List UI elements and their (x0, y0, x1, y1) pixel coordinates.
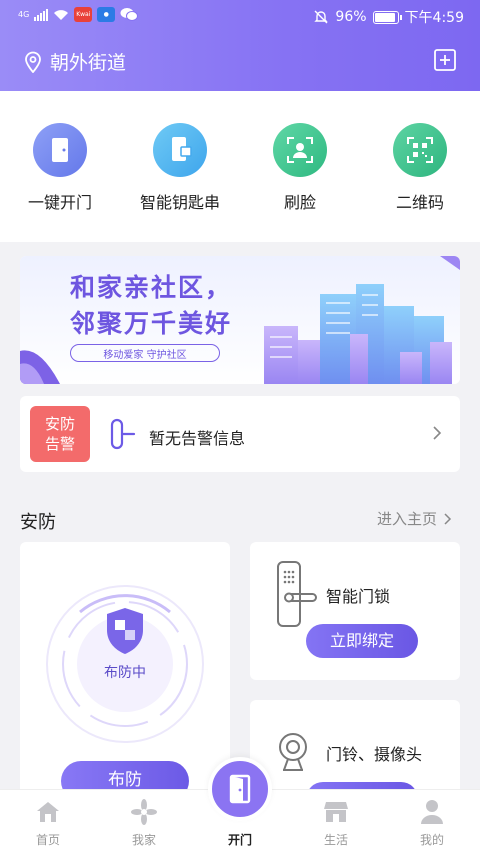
network-type: 4G (18, 9, 30, 19)
device-name: 门铃、摄像头 (326, 745, 423, 764)
door-icon (229, 774, 251, 804)
store-icon (324, 802, 348, 822)
door-lock-icon (110, 418, 136, 450)
tab-home[interactable]: 首页 (0, 790, 96, 848)
security-alert-row[interactable]: 安防 告警 暂无告警信息 (20, 396, 460, 472)
device-name: 智能门锁 (326, 587, 391, 606)
promo-banner[interactable]: 和家亲社区， 邻聚万千美好 移动爱家 守护社区 (20, 256, 460, 384)
arm-status: 布防中 (104, 665, 146, 681)
device-card-smart-lock: 智能门锁 立即绑定 (250, 542, 460, 680)
key-card-icon (153, 123, 207, 177)
open-door-fab[interactable] (208, 757, 272, 821)
quick-action-face-scan[interactable]: 刷脸 (245, 123, 355, 213)
face-scan-icon (273, 123, 327, 177)
shield-icon (107, 608, 143, 654)
tab-label: 我家 (131, 833, 156, 847)
quick-action-qr-code[interactable]: 二维码 (365, 123, 475, 213)
status-bar: 4G Kwai ● 96% 下午4:59 (0, 0, 480, 32)
tab-my-home[interactable]: 我家 (96, 790, 192, 848)
alert-message: 暂无告警信息 (149, 429, 246, 448)
banner-title-line2: 邻聚万千美好 (70, 309, 233, 338)
chevron-right-icon (433, 426, 442, 440)
quick-action-open-door[interactable]: 一键开门 (5, 123, 115, 213)
app-header: 4G Kwai ● 96% 下午4:59 朝外街道 (0, 0, 480, 91)
shield-app-icon: ● (97, 7, 116, 22)
battery-icon (372, 10, 402, 24)
clock: 下午4:59 (404, 10, 464, 26)
section-title: 安防 (20, 512, 56, 533)
wechat-icon (120, 8, 139, 21)
quick-action-label: 刷脸 (283, 193, 316, 212)
quick-action-label: 二维码 (395, 193, 444, 212)
banner-tagline: 移动爱家 守护社区 (70, 344, 220, 362)
qr-code-icon (393, 123, 447, 177)
camera-icon (279, 733, 307, 771)
location-pin-icon (25, 51, 41, 73)
tab-label: 我的 (419, 833, 444, 847)
tab-label: 生活 (323, 833, 348, 847)
location-selector[interactable]: 朝外街道 (24, 48, 126, 75)
add-button[interactable] (434, 49, 456, 75)
tab-mine[interactable]: 我的 (384, 790, 480, 848)
security-arm-card: 布防中 布防 (20, 542, 230, 802)
alert-tag: 安防 告警 (30, 406, 90, 462)
quick-action-label: 一键开门 (27, 193, 92, 212)
alert-tag-line2: 告警 (44, 435, 75, 453)
battery-percent: 96% (335, 9, 367, 25)
door-icon (33, 123, 87, 177)
person-icon (421, 800, 443, 824)
quick-actions: 一键开门 智能钥匙串 刷脸 二维码 (0, 91, 480, 242)
tab-label: 首页 (35, 833, 60, 847)
mute-bell-icon (314, 10, 329, 24)
tab-label: 开门 (227, 833, 252, 847)
bind-button[interactable]: 立即绑定 (306, 624, 418, 658)
flower-icon (131, 799, 157, 825)
quick-action-label: 智能钥匙串 (139, 193, 220, 212)
quick-action-key-chain[interactable]: 智能钥匙串 (125, 123, 235, 213)
banner-title-line1: 和家亲社区， (70, 273, 233, 302)
section-more-label: 进入主页 (376, 510, 437, 528)
kwai-app-icon: Kwai (74, 7, 93, 22)
alert-tag-line1: 安防 (44, 415, 75, 433)
wifi-icon (54, 9, 69, 20)
location-name: 朝外街道 (50, 52, 127, 74)
section-more-link[interactable]: 进入主页 (377, 508, 452, 529)
signal-icon (34, 8, 49, 21)
tab-life[interactable]: 生活 (288, 790, 384, 848)
add-square-icon (434, 49, 456, 71)
home-icon (37, 802, 59, 822)
chevron-right-icon (444, 512, 452, 525)
smart-lock-icon (277, 561, 317, 627)
